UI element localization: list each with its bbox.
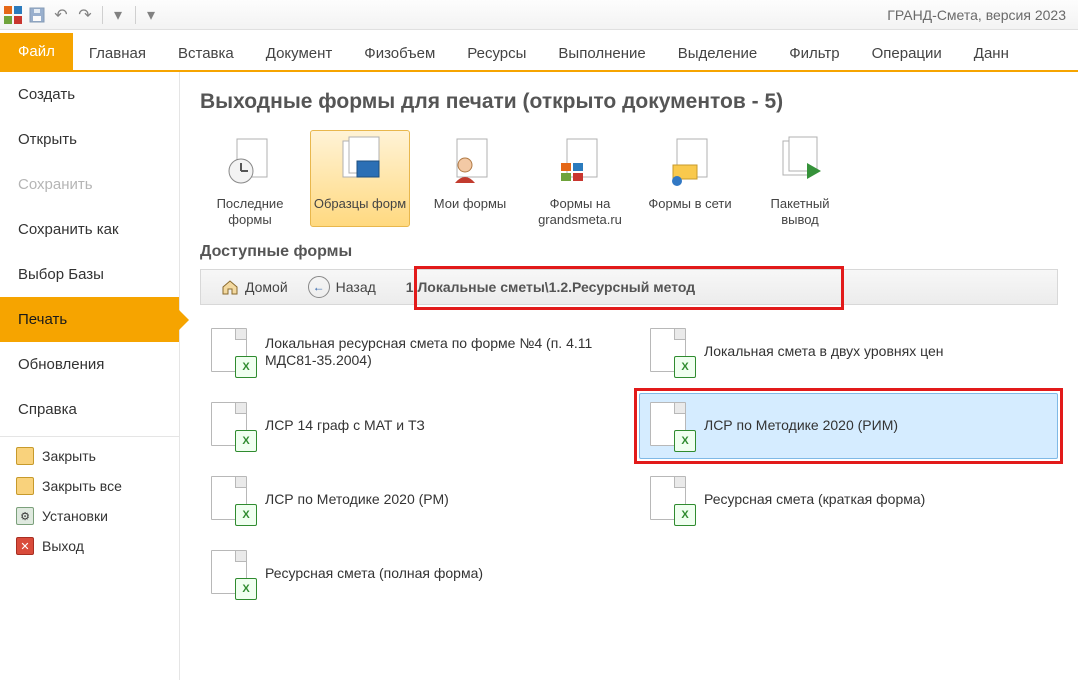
form-item[interactable]: X Локальная смета в двух уровнях цен: [639, 319, 1058, 385]
back-arrow-icon: ←: [308, 276, 330, 298]
tab-resources[interactable]: Ресурсы: [451, 35, 542, 70]
excel-file-icon: X: [211, 476, 253, 524]
tab-filter[interactable]: Фильтр: [773, 35, 855, 70]
folder-icon: [16, 447, 34, 465]
form-label: Ресурсная смета (полная форма): [265, 565, 483, 583]
excel-file-icon: X: [650, 328, 692, 376]
tab-physvolume[interactable]: Физобъем: [348, 35, 451, 70]
form-label: ЛСР по Методике 2020 (РИМ): [704, 417, 898, 435]
tool-label: Последние формы: [217, 196, 284, 227]
form-source-toolbar: Последние формы Образцы форм Мои формы Ф…: [200, 130, 1058, 227]
form-item[interactable]: X Локальная ресурсная смета по форме №4 …: [200, 319, 619, 385]
folders-icon: [16, 477, 34, 495]
tab-data[interactable]: Данн: [958, 35, 1025, 70]
tool-my-forms[interactable]: Мои формы: [420, 130, 520, 227]
form-item[interactable]: X Ресурсная смета (краткая форма): [639, 467, 1058, 533]
sidebar-item-print[interactable]: Печать: [0, 297, 179, 342]
close-icon: ✕: [16, 537, 34, 555]
home-icon: [221, 279, 239, 295]
gear-icon: ⚙: [16, 507, 34, 525]
form-item[interactable]: X ЛСР по Методике 2020 (РМ): [200, 467, 619, 533]
sidebar-item-label: Установки: [42, 508, 108, 524]
tool-grandsmeta-forms[interactable]: Формы на grandsmeta.ru: [530, 130, 630, 227]
qat-dropdown-icon[interactable]: ▾: [107, 4, 129, 26]
tool-sample-forms[interactable]: Образцы форм: [310, 130, 410, 227]
crumb-back-button[interactable]: ← Назад: [298, 276, 386, 298]
tool-label: Образцы форм: [314, 196, 406, 211]
breadcrumb-bar: Домой ← Назад 1.Локальные сметы\1.2.Ресу…: [200, 269, 1058, 305]
sidebar-item-label: Закрыть все: [42, 478, 122, 494]
form-item[interactable]: X ЛСР 14 граф с МАТ и ТЗ: [200, 393, 619, 459]
excel-file-icon: X: [211, 550, 253, 598]
sidebar-item-create[interactable]: Создать: [0, 72, 179, 117]
page-title: Выходные формы для печати (открыто докум…: [200, 90, 1058, 114]
tab-insert[interactable]: Вставка: [162, 35, 250, 70]
form-item[interactable]: X Ресурсная смета (полная форма): [200, 541, 619, 607]
tab-home[interactable]: Главная: [73, 35, 162, 70]
crumb-back-label: Назад: [336, 279, 376, 295]
tool-label: Формы в сети: [648, 196, 731, 211]
tool-network-forms[interactable]: Формы в сети: [640, 130, 740, 227]
excel-file-icon: X: [211, 402, 253, 450]
form-label: Локальная смета в двух уровнях цен: [704, 343, 943, 361]
tab-file[interactable]: Файл: [0, 33, 73, 70]
form-label: ЛСР по Методике 2020 (РМ): [265, 491, 449, 509]
qat-more-icon[interactable]: ▾: [140, 4, 162, 26]
tool-label: Пакетный вывод: [771, 196, 830, 227]
sidebar-item-close-all[interactable]: Закрыть все: [0, 471, 179, 501]
form-item-selected[interactable]: X ЛСР по Методике 2020 (РИМ): [639, 393, 1058, 459]
ribbon-tabs: Файл Главная Вставка Документ Физобъем Р…: [0, 30, 1078, 72]
form-label: Ресурсная смета (краткая форма): [704, 491, 925, 509]
excel-file-icon: X: [650, 402, 692, 450]
batch-icon: [770, 134, 830, 190]
excel-file-icon: X: [650, 476, 692, 524]
form-label: Локальная ресурсная смета по форме №4 (п…: [265, 335, 608, 370]
forms-grid: X Локальная ресурсная смета по форме №4 …: [200, 319, 1058, 607]
web-page-icon: [550, 134, 610, 190]
sidebar-item-help[interactable]: Справка: [0, 387, 179, 432]
excel-file-icon: X: [211, 328, 253, 376]
sidebar-item-choose-db[interactable]: Выбор Базы: [0, 252, 179, 297]
templates-icon: [330, 134, 390, 190]
sidebar-item-save: Сохранить: [0, 162, 179, 207]
tool-label: Мои формы: [434, 196, 507, 211]
tool-batch-output[interactable]: Пакетный вывод: [750, 130, 850, 227]
qat-divider: [135, 6, 136, 24]
crumb-path: 1.Локальные сметы\1.2.Ресурсный метод: [406, 279, 695, 295]
tab-execution[interactable]: Выполнение: [542, 35, 661, 70]
sidebar-item-label: Выход: [42, 538, 84, 554]
form-label: ЛСР 14 граф с МАТ и ТЗ: [265, 417, 425, 435]
sidebar-item-exit[interactable]: ✕ Выход: [0, 531, 179, 561]
app-title: ГРАНД-Смета, версия 2023: [887, 7, 1074, 23]
app-icon: [4, 6, 22, 24]
backstage-content: Выходные формы для печати (открыто докум…: [180, 72, 1078, 680]
clock-page-icon: [220, 134, 280, 190]
undo-icon[interactable]: ↶: [50, 4, 72, 26]
user-page-icon: [440, 134, 500, 190]
redo-icon[interactable]: ↷: [74, 4, 96, 26]
crumb-home-button[interactable]: Домой: [211, 279, 298, 295]
sidebar-item-open[interactable]: Открыть: [0, 117, 179, 162]
tool-recent-forms[interactable]: Последние формы: [200, 130, 300, 227]
sidebar-item-updates[interactable]: Обновления: [0, 342, 179, 387]
available-forms-label: Доступные формы: [200, 243, 1058, 261]
sidebar-item-close[interactable]: Закрыть: [0, 441, 179, 471]
crumb-home-label: Домой: [245, 279, 288, 295]
backstage-sidebar: Создать Открыть Сохранить Сохранить как …: [0, 72, 180, 680]
sidebar-item-label: Закрыть: [42, 448, 96, 464]
qat-divider: [102, 6, 103, 24]
network-folder-icon: [660, 134, 720, 190]
sidebar-separator: [0, 436, 179, 437]
sidebar-item-settings[interactable]: ⚙ Установки: [0, 501, 179, 531]
save-icon[interactable]: [26, 4, 48, 26]
sidebar-item-save-as[interactable]: Сохранить как: [0, 207, 179, 252]
tab-operations[interactable]: Операции: [856, 35, 958, 70]
tab-document[interactable]: Документ: [250, 35, 349, 70]
tool-label: Формы на grandsmeta.ru: [538, 196, 622, 227]
quick-access-toolbar: ↶ ↷ ▾ ▾ ГРАНД-Смета, версия 2023: [0, 0, 1078, 30]
tab-selection[interactable]: Выделение: [662, 35, 773, 70]
